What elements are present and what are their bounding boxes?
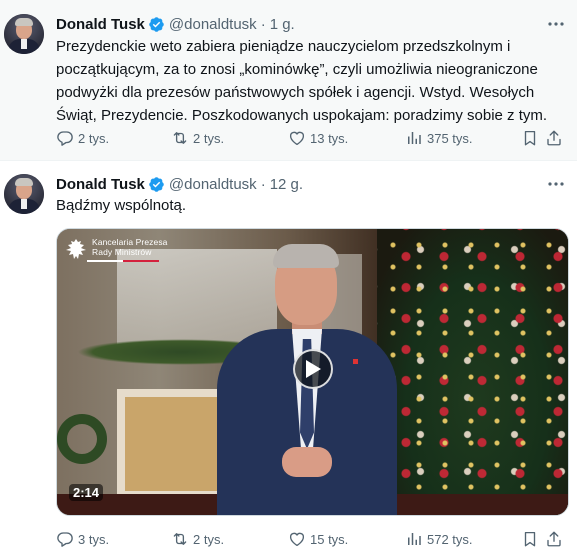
- eagle-emblem-icon: [66, 239, 86, 259]
- reply-icon: [57, 131, 73, 146]
- reply-button[interactable]: 2 tys.: [56, 128, 109, 148]
- tweet-text-line: podwyżki dla prezesów państwowych spółek…: [56, 84, 535, 101]
- verified-badge-icon[interactable]: [148, 176, 165, 193]
- bookmark-icon: [524, 531, 536, 547]
- repost-button[interactable]: 2 tys.: [171, 529, 224, 549]
- separator: ·: [260, 15, 266, 33]
- wreath: [57, 414, 107, 464]
- play-button[interactable]: [293, 349, 333, 389]
- logo-text-line: Rady Ministrów: [92, 247, 152, 257]
- share-button[interactable]: [545, 128, 563, 148]
- like-count: 13 tys.: [310, 130, 349, 146]
- repost-count: 2 tys.: [193, 531, 225, 547]
- play-icon: [306, 360, 321, 378]
- separator: ·: [260, 175, 266, 193]
- tweet[interactable]: Donald Tusk @donaldtusk · 1 g. Prezydenc…: [0, 0, 577, 161]
- tweet-text-line: Bądźmy wspólnotą.: [56, 197, 187, 214]
- tweet-text: Prezydenckie weto zabiera pieniądze nauc…: [56, 35, 562, 127]
- tweet-text-line: Prezydenckie weto zabiera pieniądze nauc…: [56, 38, 511, 55]
- timestamp[interactable]: 1 g.: [270, 16, 295, 33]
- repost-button[interactable]: 2 tys.: [171, 128, 224, 148]
- tweet-text: Bądźmy wspólnotą.: [56, 194, 562, 217]
- reply-button[interactable]: 3 tys.: [56, 529, 109, 549]
- views-icon: [408, 132, 421, 144]
- tweet-header: Donald Tusk @donaldtusk · 12 g.: [56, 174, 303, 194]
- views-count: 375 tys.: [427, 130, 473, 146]
- tweet-text-line: Świąt, Prezydencie. Poszkodowanych uspok…: [56, 107, 548, 124]
- action-bar: 2 tys. 2 tys. 13 tys. 375 tys.: [56, 128, 566, 148]
- tweet-header: Donald Tusk @donaldtusk · 1 g.: [56, 14, 295, 34]
- bookmark-button[interactable]: [521, 529, 539, 549]
- more-icon[interactable]: [545, 176, 567, 192]
- avatar[interactable]: [4, 14, 44, 54]
- verified-badge-icon[interactable]: [148, 16, 165, 33]
- repost-icon: [173, 533, 187, 545]
- tweet[interactable]: Donald Tusk @donaldtusk · 12 g. Bądźmy w…: [0, 161, 577, 549]
- views-icon: [408, 533, 421, 545]
- bookmark-button[interactable]: [521, 128, 539, 148]
- logo-text-line: Kancelaria Prezesa: [92, 237, 168, 247]
- logo-flag-stripe: [87, 260, 159, 262]
- bookmark-icon: [524, 130, 536, 146]
- avatar[interactable]: [4, 174, 44, 214]
- repost-count: 2 tys.: [193, 130, 225, 146]
- like-count: 15 tys.: [310, 531, 349, 547]
- share-button[interactable]: [545, 529, 563, 549]
- author-handle[interactable]: @donaldtusk: [169, 176, 257, 193]
- author-name[interactable]: Donald Tusk: [56, 176, 145, 193]
- share-icon: [547, 130, 561, 146]
- author-name[interactable]: Donald Tusk: [56, 16, 145, 33]
- tweet-text-line: początkującym, za to znosi „kominówkę”, …: [56, 61, 538, 78]
- reply-count: 3 tys.: [78, 531, 110, 547]
- kprm-logo: Kancelaria Prezesa Rady Ministrów: [65, 237, 168, 263]
- video-player[interactable]: Kancelaria Prezesa Rady Ministrów 2:14: [56, 228, 569, 516]
- video-duration: 2:14: [69, 484, 104, 501]
- more-icon[interactable]: [545, 16, 567, 32]
- author-handle[interactable]: @donaldtusk: [169, 16, 257, 33]
- reply-icon: [57, 532, 73, 547]
- share-icon: [547, 531, 561, 547]
- views-button[interactable]: 375 tys.: [405, 128, 473, 148]
- like-icon: [289, 131, 305, 146]
- timestamp[interactable]: 12 g.: [270, 176, 303, 193]
- action-bar: 3 tys. 2 tys. 15 tys. 572 tys.: [56, 529, 566, 549]
- views-button[interactable]: 572 tys.: [405, 529, 473, 549]
- reply-count: 2 tys.: [78, 130, 110, 146]
- like-button[interactable]: 15 tys.: [288, 529, 348, 549]
- repost-icon: [173, 132, 187, 144]
- views-count: 572 tys.: [427, 531, 473, 547]
- like-icon: [289, 532, 305, 547]
- like-button[interactable]: 13 tys.: [288, 128, 348, 148]
